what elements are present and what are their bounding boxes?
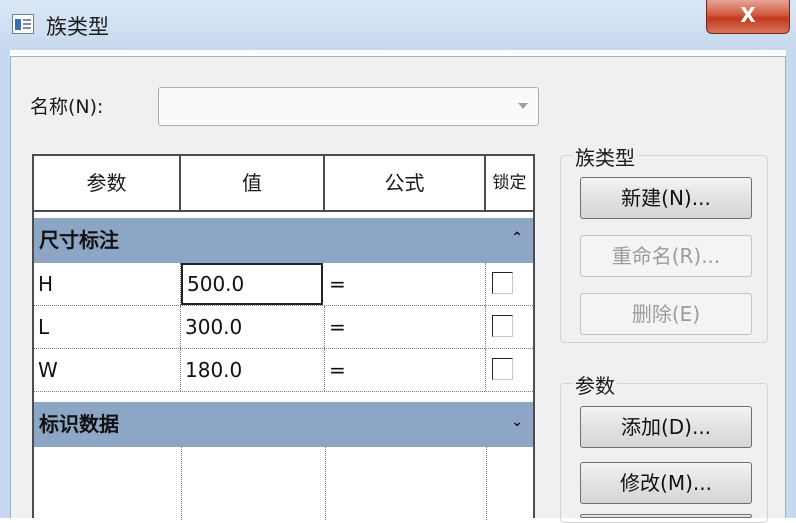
title-bar: 族类型 X — [0, 0, 796, 50]
param-formula-cell[interactable]: = — [325, 349, 486, 391]
table-row: W 180.0 = — [34, 349, 533, 392]
column-divider — [325, 447, 326, 520]
table-row: L 300.0 = — [34, 306, 533, 349]
group-row-dimensions[interactable]: 尺寸标注 ⌃ — [34, 218, 533, 263]
param-value-cell[interactable]: 180.0 — [181, 349, 325, 391]
param-name-cell: W — [34, 349, 181, 391]
group-label: 尺寸标注 — [39, 228, 119, 252]
partial-button[interactable] — [580, 514, 752, 518]
group-row-identity-data[interactable]: 标识数据 ⌄ — [34, 402, 533, 447]
lock-checkbox[interactable] — [492, 315, 513, 337]
parameter-grid: 参数 值 公式 锁定 尺寸标注 ⌃ H 500.0 = L 300.0 = W … — [32, 154, 535, 520]
name-combo[interactable] — [158, 87, 539, 126]
delete-type-button[interactable]: 删除(E) — [580, 293, 752, 335]
window-frame-left — [0, 50, 10, 518]
column-header-formula[interactable]: 公式 — [325, 156, 486, 212]
family-types-group-title: 族类型 — [573, 142, 637, 171]
param-name-cell: H — [34, 263, 181, 305]
column-header-value[interactable]: 值 — [181, 156, 325, 212]
window-frame-right — [786, 50, 796, 518]
close-button[interactable]: X — [706, 0, 790, 34]
modify-parameter-button[interactable]: 修改(M)... — [580, 462, 752, 504]
param-value-cell[interactable]: 300.0 — [181, 306, 325, 348]
column-header-lock[interactable]: 锁定 — [486, 156, 533, 212]
param-formula-cell[interactable]: = — [325, 263, 486, 305]
window-title: 族类型 — [46, 15, 109, 39]
name-label: 名称(N): — [30, 96, 104, 118]
param-name-cell: L — [34, 306, 181, 348]
param-formula-cell[interactable]: = — [325, 306, 486, 348]
column-divider — [486, 447, 487, 520]
rename-type-button[interactable]: 重命名(R)... — [580, 235, 752, 277]
dialog-icon — [12, 14, 34, 34]
add-parameter-button[interactable]: 添加(D)... — [580, 406, 752, 448]
column-divider — [181, 447, 182, 520]
table-row: H 500.0 = — [34, 263, 533, 306]
expand-icon[interactable]: ⌄ — [511, 402, 523, 442]
lock-checkbox[interactable] — [492, 358, 513, 380]
new-type-button[interactable]: 新建(N)... — [580, 177, 752, 219]
group-label: 标识数据 — [39, 412, 119, 436]
param-value-cell[interactable]: 500.0 — [181, 263, 323, 305]
chevron-down-icon[interactable] — [518, 103, 528, 109]
lock-checkbox[interactable] — [492, 272, 513, 294]
parameters-group-title: 参数 — [573, 370, 617, 399]
column-header-parameter[interactable]: 参数 — [34, 156, 181, 212]
collapse-icon[interactable]: ⌃ — [511, 218, 523, 258]
